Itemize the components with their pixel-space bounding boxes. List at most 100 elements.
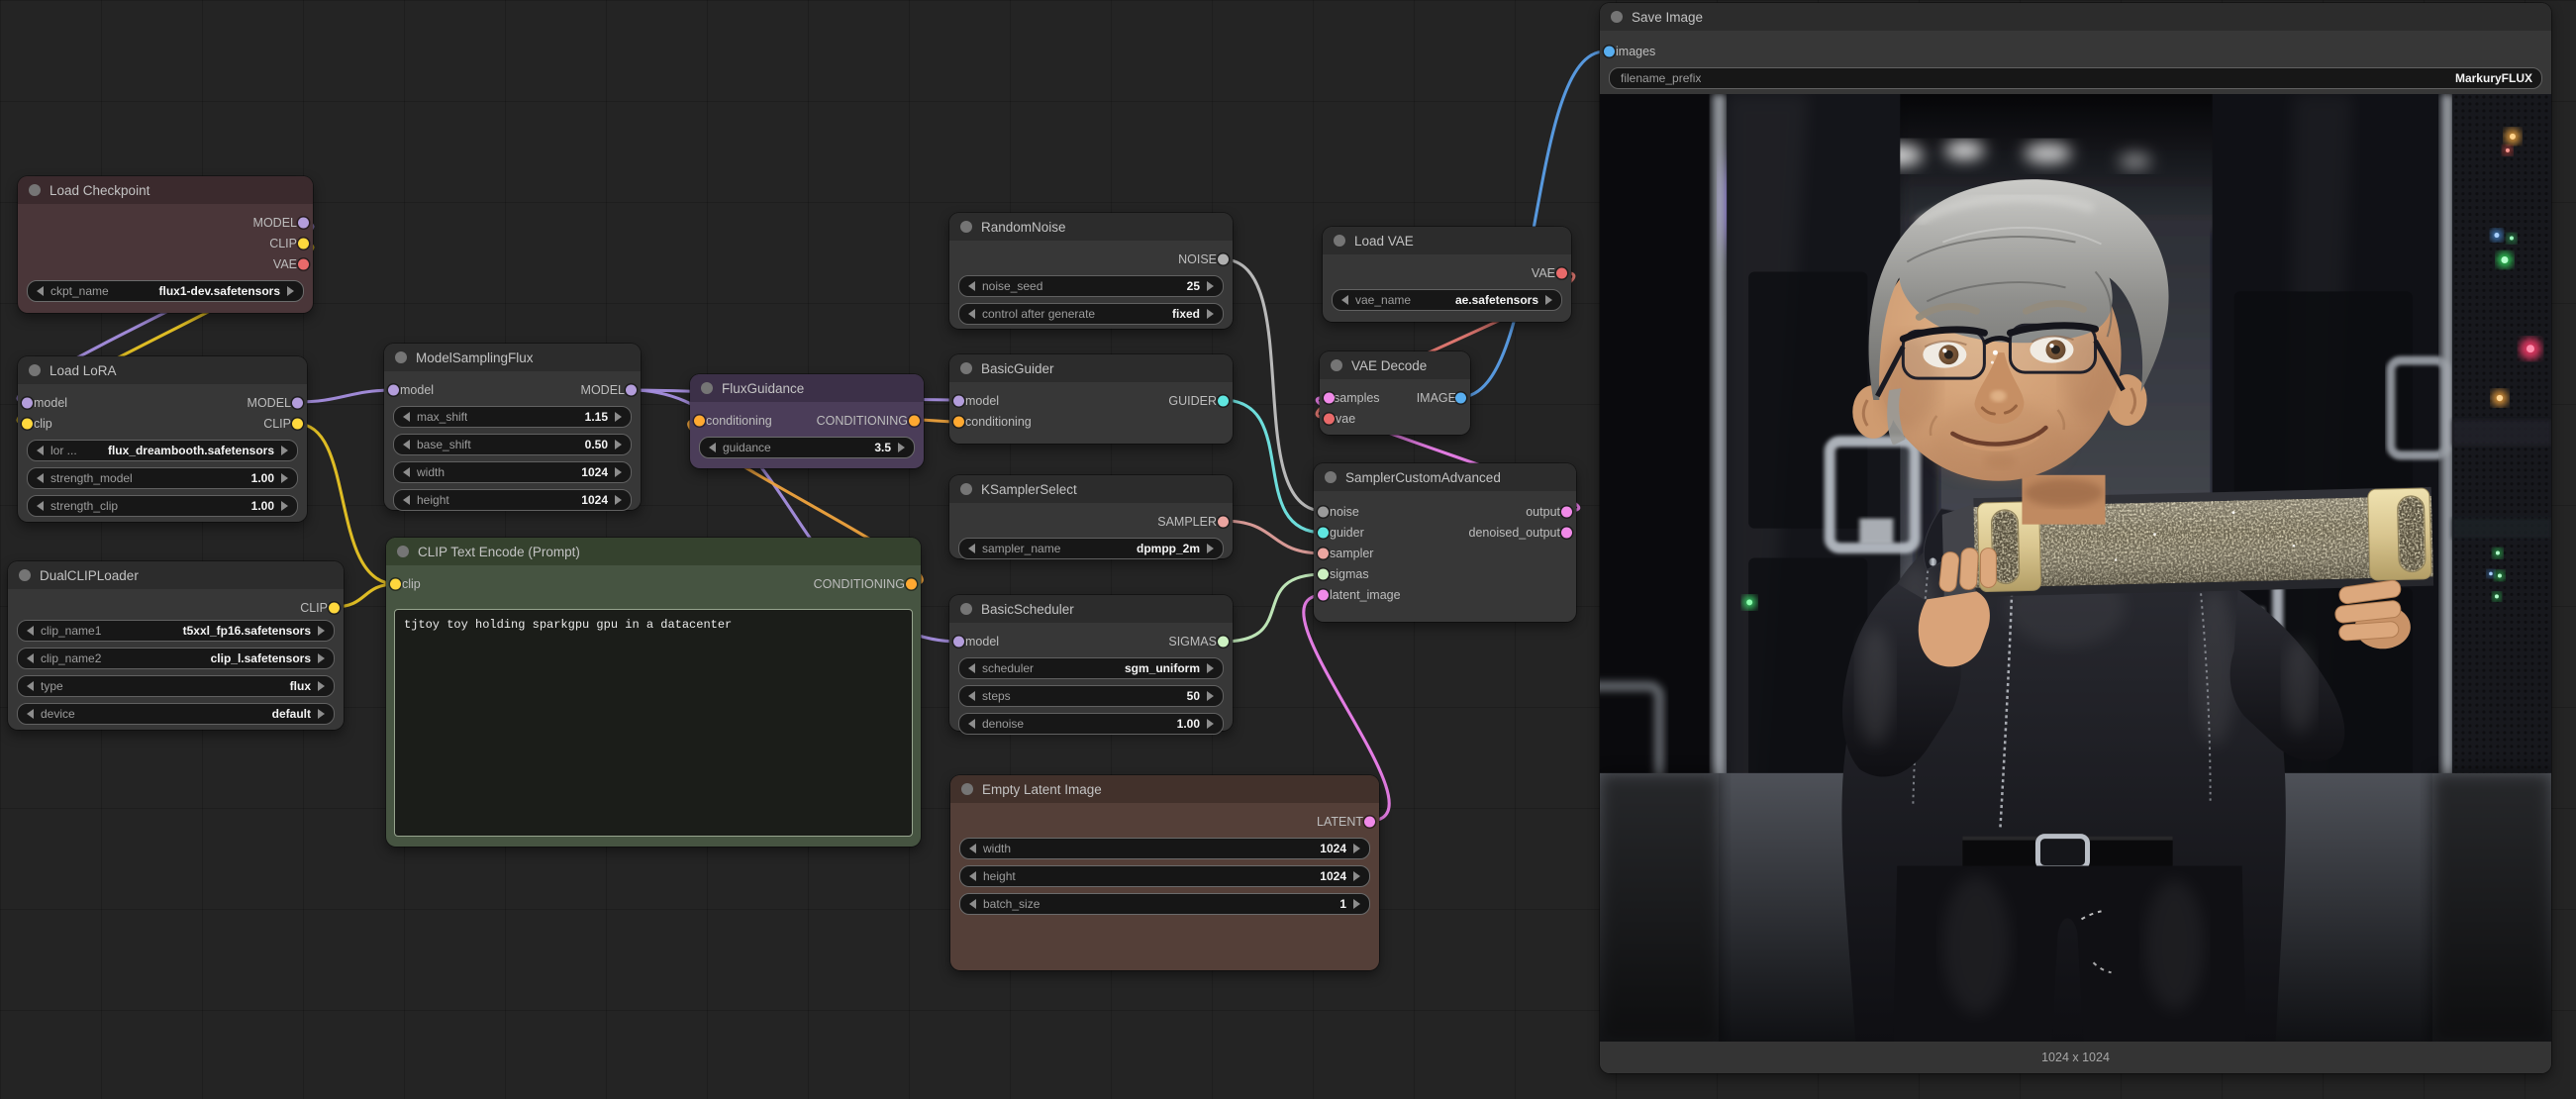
node-vae-decode[interactable]: VAE Decode samplesIMAGE vae bbox=[1320, 351, 1470, 435]
node-ksampler-select[interactable]: KSamplerSelect SAMPLER sampler_namedpmpp… bbox=[949, 475, 1233, 558]
node-header[interactable]: DualCLIPLoader bbox=[8, 561, 344, 589]
collapse-icon[interactable] bbox=[29, 184, 41, 196]
increment-arrow-icon[interactable] bbox=[1207, 281, 1214, 291]
scheduler-widget[interactable]: schedulersgm_uniform bbox=[958, 657, 1224, 679]
decrement-arrow-icon[interactable] bbox=[27, 681, 34, 691]
batch-size-widget[interactable]: batch_size1 bbox=[959, 893, 1370, 915]
image-output-port[interactable] bbox=[1455, 392, 1466, 403]
increment-arrow-icon[interactable] bbox=[1207, 544, 1214, 553]
sigmas-output-port[interactable] bbox=[1218, 636, 1229, 647]
node-flux-guidance[interactable]: FluxGuidance conditioningCONDITIONING gu… bbox=[690, 374, 924, 468]
model-input-port[interactable] bbox=[22, 397, 33, 408]
increment-arrow-icon[interactable] bbox=[281, 446, 288, 455]
node-header[interactable]: RandomNoise bbox=[949, 213, 1233, 241]
output-port[interactable] bbox=[1561, 506, 1572, 517]
conditioning-input-port[interactable] bbox=[694, 415, 705, 426]
increment-arrow-icon[interactable] bbox=[1545, 295, 1552, 305]
collapse-icon[interactable] bbox=[397, 546, 409, 557]
node-load-vae[interactable]: Load VAE VAE vae_nameae.safetensors bbox=[1323, 227, 1571, 322]
node-basic-scheduler[interactable]: BasicScheduler modelSIGMAS schedulersgm_… bbox=[949, 595, 1233, 731]
guider-output-port[interactable] bbox=[1218, 395, 1229, 406]
collapse-icon[interactable] bbox=[701, 382, 713, 394]
node-basic-guider[interactable]: BasicGuider modelGUIDER conditioning bbox=[949, 354, 1233, 444]
latent-image-input-port[interactable] bbox=[1318, 589, 1329, 600]
steps-widget[interactable]: steps50 bbox=[958, 685, 1224, 707]
node-header[interactable]: ModelSamplingFlux bbox=[384, 344, 641, 371]
clip-name1-widget[interactable]: clip_name1t5xxl_fp16.safetensors bbox=[17, 620, 335, 642]
strength-clip-widget[interactable]: strength_clip1.00 bbox=[27, 495, 298, 517]
clip-output-port[interactable] bbox=[298, 238, 309, 249]
device-widget[interactable]: devicedefault bbox=[17, 703, 335, 725]
increment-arrow-icon[interactable] bbox=[615, 440, 622, 450]
decrement-arrow-icon[interactable] bbox=[37, 286, 44, 296]
sampler-name-widget[interactable]: sampler_namedpmpp_2m bbox=[958, 538, 1224, 559]
latent-output-port[interactable] bbox=[1364, 816, 1375, 827]
node-header[interactable]: SamplerCustomAdvanced bbox=[1314, 463, 1576, 491]
decrement-arrow-icon[interactable] bbox=[403, 467, 410, 477]
increment-arrow-icon[interactable] bbox=[281, 473, 288, 483]
collapse-icon[interactable] bbox=[960, 362, 972, 374]
vae-name-widget[interactable]: vae_nameae.safetensors bbox=[1332, 289, 1562, 311]
increment-arrow-icon[interactable] bbox=[1207, 691, 1214, 701]
height-widget[interactable]: height1024 bbox=[393, 489, 632, 511]
base-shift-widget[interactable]: base_shift0.50 bbox=[393, 434, 632, 455]
decrement-arrow-icon[interactable] bbox=[27, 653, 34, 663]
model-output-port[interactable] bbox=[292, 397, 303, 408]
increment-arrow-icon[interactable] bbox=[615, 495, 622, 505]
increment-arrow-icon[interactable] bbox=[318, 626, 325, 636]
collapse-icon[interactable] bbox=[395, 351, 407, 363]
decrement-arrow-icon[interactable] bbox=[27, 709, 34, 719]
conditioning-input-port[interactable] bbox=[953, 416, 964, 427]
clip-output-port[interactable] bbox=[329, 602, 340, 613]
noise-input-port[interactable] bbox=[1318, 506, 1329, 517]
increment-arrow-icon[interactable] bbox=[615, 467, 622, 477]
height-widget[interactable]: height1024 bbox=[959, 865, 1370, 887]
increment-arrow-icon[interactable] bbox=[1207, 309, 1214, 319]
denoised-output-port[interactable] bbox=[1561, 527, 1572, 538]
guidance-widget[interactable]: guidance3.5 bbox=[699, 437, 915, 458]
ckpt-name-widget[interactable]: ckpt_nameflux1-dev.safetensors bbox=[27, 280, 304, 302]
decrement-arrow-icon[interactable] bbox=[968, 544, 975, 553]
decrement-arrow-icon[interactable] bbox=[1341, 295, 1348, 305]
node-header[interactable]: KSamplerSelect bbox=[949, 475, 1233, 503]
node-dual-clip-loader[interactable]: DualCLIPLoader CLIP clip_name1t5xxl_fp16… bbox=[8, 561, 344, 730]
clip-input-port[interactable] bbox=[390, 578, 401, 589]
filename-prefix-widget[interactable]: filename_prefixMarkuryFLUX bbox=[1609, 67, 2542, 89]
node-model-sampling-flux[interactable]: ModelSamplingFlux modelMODEL max_shift1.… bbox=[384, 344, 641, 510]
model-input-port[interactable] bbox=[953, 395, 964, 406]
node-header[interactable]: VAE Decode bbox=[1320, 351, 1470, 379]
increment-arrow-icon[interactable] bbox=[318, 709, 325, 719]
collapse-icon[interactable] bbox=[1325, 471, 1337, 483]
decrement-arrow-icon[interactable] bbox=[37, 473, 44, 483]
sampler-input-port[interactable] bbox=[1318, 548, 1329, 558]
node-save-image[interactable]: Save Image images filename_prefixMarkury… bbox=[1600, 3, 2551, 1073]
decrement-arrow-icon[interactable] bbox=[403, 412, 410, 422]
model-input-port[interactable] bbox=[953, 636, 964, 647]
max-shift-widget[interactable]: max_shift1.15 bbox=[393, 406, 632, 428]
node-header[interactable]: FluxGuidance bbox=[690, 374, 924, 402]
decrement-arrow-icon[interactable] bbox=[969, 844, 976, 853]
conditioning-output-port[interactable] bbox=[909, 415, 920, 426]
node-empty-latent-image[interactable]: Empty Latent Image LATENT width1024 heig… bbox=[950, 775, 1379, 970]
prompt-textarea[interactable]: tjtoy toy holding sparkgpu gpu in a data… bbox=[394, 609, 913, 837]
node-sampler-custom-advanced[interactable]: SamplerCustomAdvanced noiseoutput guider… bbox=[1314, 463, 1576, 622]
decrement-arrow-icon[interactable] bbox=[968, 663, 975, 673]
increment-arrow-icon[interactable] bbox=[1207, 663, 1214, 673]
conditioning-output-port[interactable] bbox=[906, 578, 917, 589]
vae-input-port[interactable] bbox=[1324, 413, 1335, 424]
increment-arrow-icon[interactable] bbox=[318, 653, 325, 663]
increment-arrow-icon[interactable] bbox=[1353, 899, 1360, 909]
model-output-port[interactable] bbox=[626, 384, 637, 395]
decrement-arrow-icon[interactable] bbox=[27, 626, 34, 636]
collapse-icon[interactable] bbox=[1334, 235, 1345, 247]
collapse-icon[interactable] bbox=[960, 603, 972, 615]
collapse-icon[interactable] bbox=[960, 221, 972, 233]
control-after-generate-widget[interactable]: control after generatefixed bbox=[958, 303, 1224, 325]
node-load-lora[interactable]: Load LoRA modelMODEL clipCLIP lor ...flu… bbox=[18, 356, 307, 522]
increment-arrow-icon[interactable] bbox=[287, 286, 294, 296]
node-header[interactable]: Load Checkpoint bbox=[18, 176, 313, 204]
node-header[interactable]: Save Image bbox=[1600, 3, 2551, 31]
decrement-arrow-icon[interactable] bbox=[968, 309, 975, 319]
node-header[interactable]: BasicScheduler bbox=[949, 595, 1233, 623]
collapse-icon[interactable] bbox=[29, 364, 41, 376]
